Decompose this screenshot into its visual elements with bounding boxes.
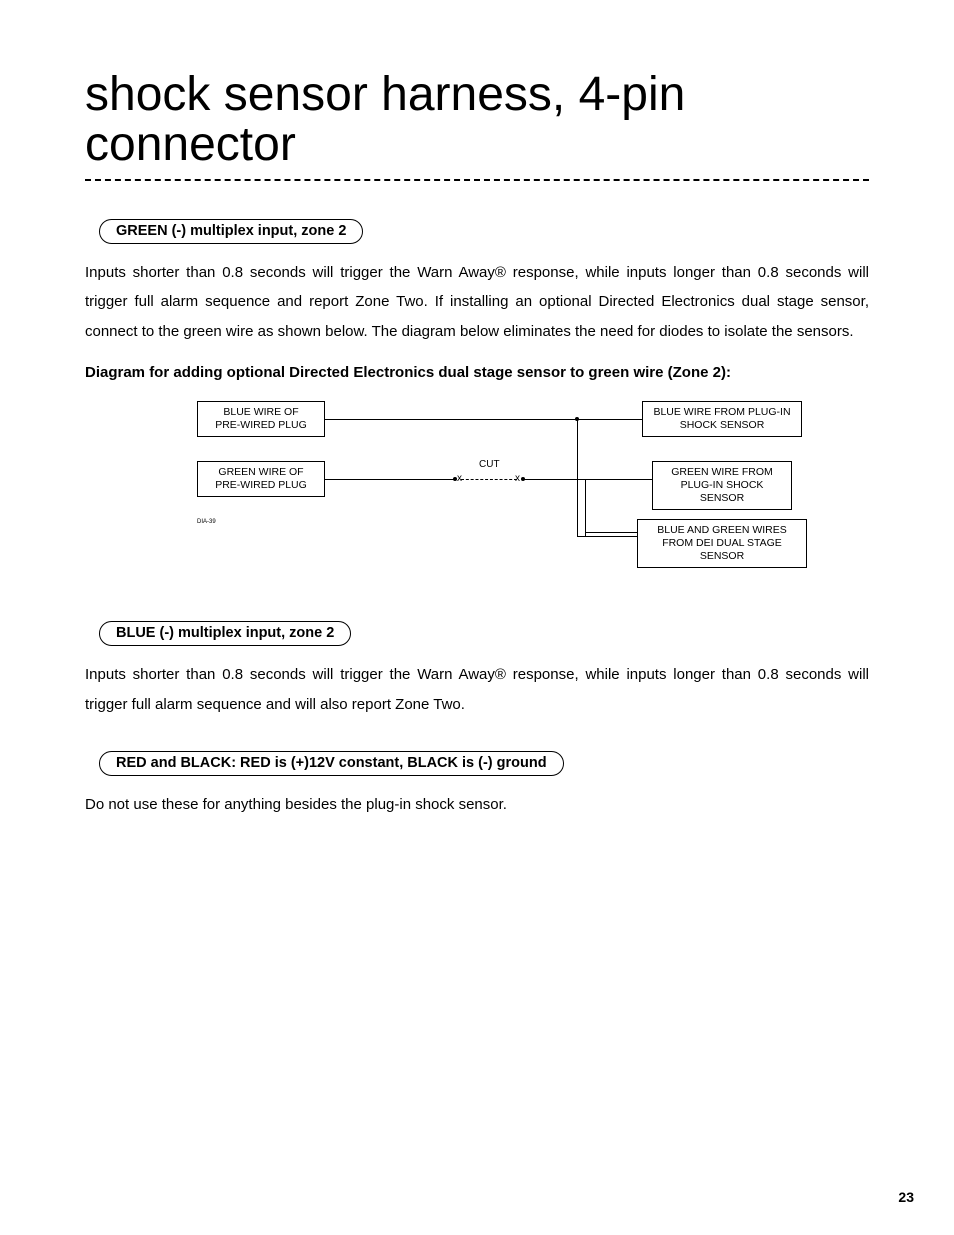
pill-blue: BLUE (-) multiplex input, zone 2 (99, 621, 351, 646)
diagram-line-cut-gap (461, 479, 517, 480)
diagram-line-blue (325, 419, 642, 420)
diagram-box-right-bot: BLUE AND GREEN WIRESFROM DEI DUAL STAGE … (637, 519, 807, 568)
body-blue: Inputs shorter than 0.8 seconds will tri… (85, 660, 869, 719)
pill-redblack: RED and BLACK: RED is (+)12V constant, B… (99, 751, 564, 776)
diagram-line-bot-a (577, 536, 637, 537)
title-rule (85, 179, 869, 181)
diagram-line-green-right (523, 479, 652, 480)
diagram-line-vert-green (585, 479, 586, 536)
diagram-cut-label: CUT (479, 459, 500, 470)
diagram-box-right-top: BLUE WIRE FROM PLUG-INSHOCK SENSOR (642, 401, 802, 437)
diagram-cut-x-left: x (457, 473, 462, 484)
page-title: shock sensor harness, 4-pin connector (85, 70, 869, 173)
page-number: 23 (898, 1189, 914, 1205)
wiring-diagram: BLUE WIRE OFPRE-WIRED PLUG GREEN WIRE OF… (127, 401, 827, 566)
diagram-line-vert-blue (577, 419, 578, 536)
diagram-cut-dot-right (521, 477, 525, 481)
diagram-cut-x-right: x (515, 473, 520, 484)
body-green: Inputs shorter than 0.8 seconds will tri… (85, 258, 869, 346)
diagram-box-left-bottom: GREEN WIRE OFPRE-WIRED PLUG (197, 461, 325, 497)
diagram-box-left-top: BLUE WIRE OFPRE-WIRED PLUG (197, 401, 325, 437)
pill-green: GREEN (-) multiplex input, zone 2 (99, 219, 363, 244)
diagram-caption: Diagram for adding optional Directed Ele… (85, 364, 869, 381)
diagram-tag: DIA-39 (197, 519, 216, 525)
body-redblack: Do not use these for anything besides th… (85, 790, 869, 819)
diagram-line-bot-b (585, 532, 637, 533)
diagram-line-green-left (325, 479, 455, 480)
diagram-box-right-mid: GREEN WIRE FROMPLUG-IN SHOCK SENSOR (652, 461, 792, 510)
